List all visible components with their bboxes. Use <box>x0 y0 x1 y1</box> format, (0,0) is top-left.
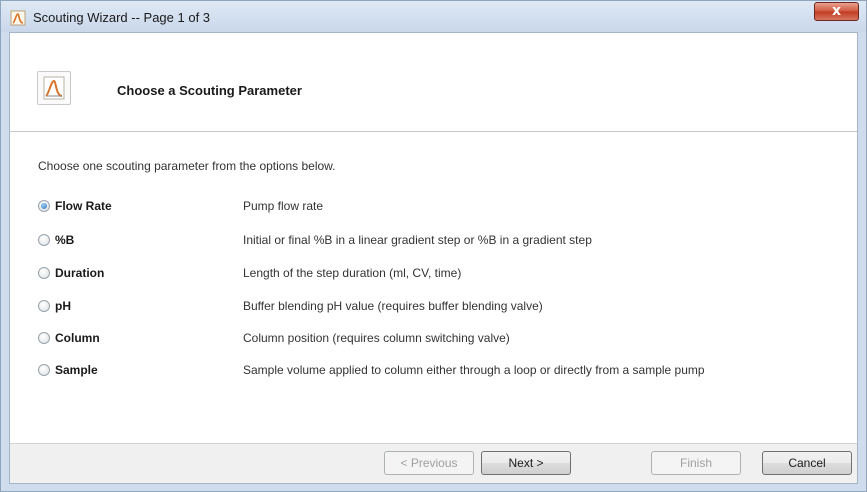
option-description: Buffer blending pH value (requires buffe… <box>243 299 543 313</box>
wizard-header: Choose a Scouting Parameter <box>10 33 857 132</box>
option-label: pH <box>55 299 71 313</box>
option-label: Flow Rate <box>55 199 112 213</box>
option-flow-rate[interactable]: Flow Rate Pump flow rate <box>38 198 848 216</box>
page-title: Choose a Scouting Parameter <box>117 83 302 98</box>
option-label: %B <box>55 233 75 247</box>
option-label: Column <box>55 331 100 345</box>
wizard-icon <box>10 10 26 26</box>
previous-button[interactable]: < Previous <box>384 451 474 475</box>
close-icon: x <box>831 3 842 19</box>
option-label: Duration <box>55 266 105 280</box>
option-percent-b[interactable]: %B Initial or final %B in a linear gradi… <box>38 232 848 250</box>
option-description: Length of the step duration (ml, CV, tim… <box>243 266 462 280</box>
button-bar: < Previous Next > Finish Cancel <box>10 443 857 483</box>
wizard-content: Choose a Scouting Parameter Choose one s… <box>9 32 858 484</box>
window-title: Scouting Wizard -- Page 1 of 3 <box>33 10 211 25</box>
option-description: Column position (requires column switchi… <box>243 331 510 345</box>
radio-button[interactable] <box>38 200 50 212</box>
radio-button[interactable] <box>38 267 50 279</box>
radio-button[interactable] <box>38 234 50 246</box>
title-bar[interactable]: Scouting Wizard -- Page 1 of 3 x <box>1 1 866 32</box>
radio-button[interactable] <box>38 300 50 312</box>
radio-button[interactable] <box>38 332 50 344</box>
option-description: Initial or final %B in a linear gradient… <box>243 233 592 247</box>
next-button[interactable]: Next > <box>481 451 571 475</box>
close-button[interactable]: x <box>814 2 859 21</box>
finish-button[interactable]: Finish <box>651 451 741 475</box>
wizard-window: Scouting Wizard -- Page 1 of 3 x Choose … <box>0 0 867 492</box>
radio-button[interactable] <box>38 364 50 376</box>
option-ph[interactable]: pH Buffer blending pH value (requires bu… <box>38 298 848 316</box>
instruction-text: Choose one scouting parameter from the o… <box>38 159 336 173</box>
option-duration[interactable]: Duration Length of the step duration (ml… <box>38 265 848 283</box>
option-description: Sample volume applied to column either t… <box>243 363 705 377</box>
option-sample[interactable]: Sample Sample volume applied to column e… <box>38 362 848 380</box>
option-column[interactable]: Column Column position (requires column … <box>38 330 848 348</box>
option-label: Sample <box>55 363 98 377</box>
option-description: Pump flow rate <box>243 199 324 213</box>
wizard-icon <box>37 71 71 105</box>
cancel-button[interactable]: Cancel <box>762 451 852 475</box>
